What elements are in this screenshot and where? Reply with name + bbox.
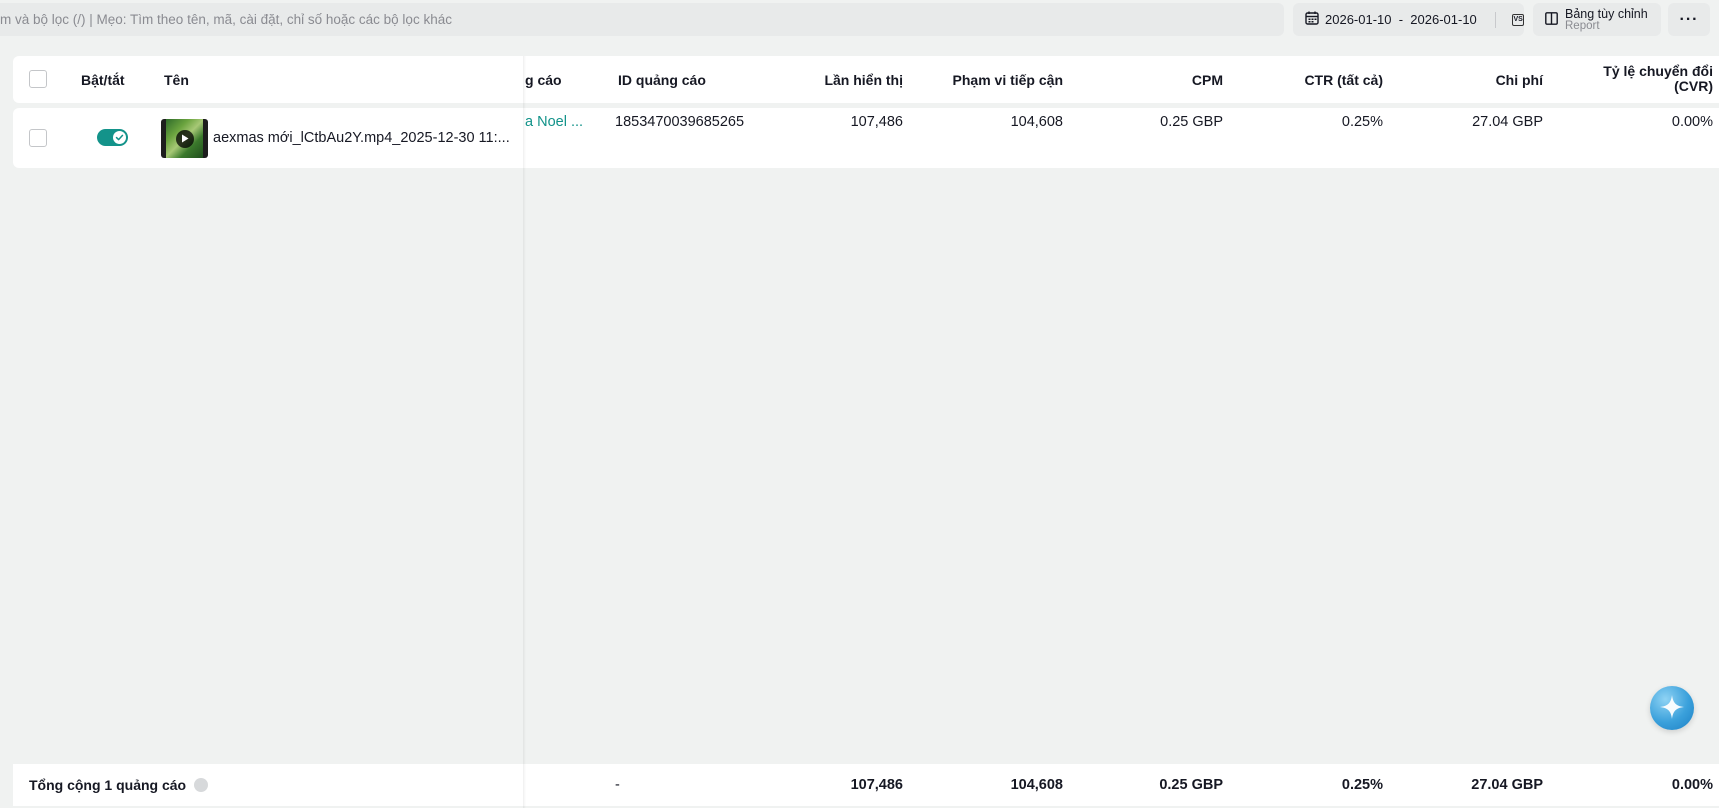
col-cvr[interactable]: Tỷ lệ chuyển đổi (CVR) bbox=[1543, 64, 1713, 94]
totals-row: Tổng cộng 1 quảng cáo - 107,486 104,608 … bbox=[13, 764, 1719, 806]
table-row[interactable]: aexmas mới_lCtbAu2Y.mp4_2025-12-30 11:..… bbox=[13, 108, 1719, 168]
col-ctr[interactable]: CTR (tất cả) bbox=[1223, 56, 1383, 103]
cpm-value: 0.25 GBP bbox=[1160, 114, 1223, 130]
totals-label-wrap: Tổng cộng 1 quảng cáo bbox=[29, 764, 209, 806]
row-checkbox[interactable] bbox=[29, 129, 47, 147]
col-reach[interactable]: Phạm vi tiếp cận bbox=[903, 56, 1063, 103]
totals-ctr: 0.25% bbox=[1341, 777, 1383, 793]
totals-cvr: 0.00% bbox=[1671, 777, 1713, 793]
ai-assistant-button[interactable] bbox=[1650, 686, 1694, 730]
check-icon bbox=[113, 131, 126, 144]
columns-icon bbox=[1545, 11, 1558, 28]
totals-ad-id: - bbox=[615, 777, 620, 793]
col-ad-id[interactable]: ID quảng cáo bbox=[618, 56, 706, 103]
col-cost[interactable]: Chi phí bbox=[1383, 56, 1543, 103]
ad-toggle-switch[interactable] bbox=[97, 129, 128, 146]
custom-table-button[interactable]: Bảng tùy chỉnh Report bbox=[1533, 3, 1661, 36]
custom-table-label: Bảng tùy chỉnh bbox=[1565, 6, 1648, 21]
date-range-picker[interactable]: 2026-01-10 - 2026-01-10 VS bbox=[1293, 3, 1524, 36]
custom-table-sublabel: Report bbox=[1565, 19, 1600, 32]
cvr-value: 0.00% bbox=[1671, 114, 1713, 130]
ad-group-link[interactable]: a Noel ... bbox=[525, 114, 583, 130]
more-options-button[interactable]: ··· bbox=[1668, 3, 1710, 36]
cost-value: 27.04 GBP bbox=[1472, 114, 1543, 130]
col-name[interactable]: Tên bbox=[164, 56, 189, 103]
help-icon[interactable] bbox=[194, 778, 209, 792]
ad-name[interactable]: aexmas mới_lCtbAu2Y.mp4_2025-12-30 11:..… bbox=[213, 118, 510, 158]
totals-reach: 104,608 bbox=[1010, 777, 1063, 793]
ads-manager: 2026-01-10 - 2026-01-10 VS Bảng tùy chỉn… bbox=[0, 0, 1719, 808]
calendar-icon bbox=[1305, 11, 1319, 28]
impressions-value: 107,486 bbox=[850, 114, 903, 130]
ad-id-value: 1853470039685265 bbox=[615, 114, 745, 130]
totals-label: Tổng cộng 1 quảng cáo bbox=[29, 777, 187, 793]
search-input[interactable] bbox=[0, 3, 1284, 36]
col-cpm[interactable]: CPM bbox=[1063, 56, 1223, 103]
date-range-text: 2026-01-10 - 2026-01-10 bbox=[1325, 12, 1477, 27]
col-cvr-line1: Tỷ lệ chuyển đổi bbox=[1603, 63, 1713, 79]
play-icon bbox=[175, 129, 194, 148]
col-ad-group[interactable]: g cáo bbox=[525, 56, 562, 103]
ellipsis-icon: ··· bbox=[1679, 10, 1699, 28]
table-header: Bật/tắt Tên g cáo ID quảng cáo Lần hiển … bbox=[13, 56, 1719, 103]
totals-cpm: 0.25 GBP bbox=[1159, 777, 1223, 793]
video-thumbnail[interactable] bbox=[161, 119, 208, 158]
select-all-checkbox[interactable] bbox=[29, 70, 47, 88]
divider bbox=[1494, 11, 1496, 28]
frozen-column-divider bbox=[523, 56, 526, 808]
reach-value: 104,608 bbox=[1010, 114, 1063, 130]
sparkle-icon bbox=[1659, 694, 1685, 723]
totals-cost: 27.04 GBP bbox=[1471, 777, 1543, 793]
totals-impressions: 107,486 bbox=[850, 777, 903, 793]
compare-icon[interactable]: VS bbox=[1512, 13, 1524, 26]
search-bar[interactable] bbox=[0, 3, 1284, 36]
col-cvr-line2: (CVR) bbox=[1674, 78, 1713, 94]
col-impressions[interactable]: Lần hiển thị bbox=[753, 56, 903, 103]
col-toggle[interactable]: Bật/tắt bbox=[81, 56, 125, 103]
ctr-value: 0.25% bbox=[1341, 114, 1383, 130]
